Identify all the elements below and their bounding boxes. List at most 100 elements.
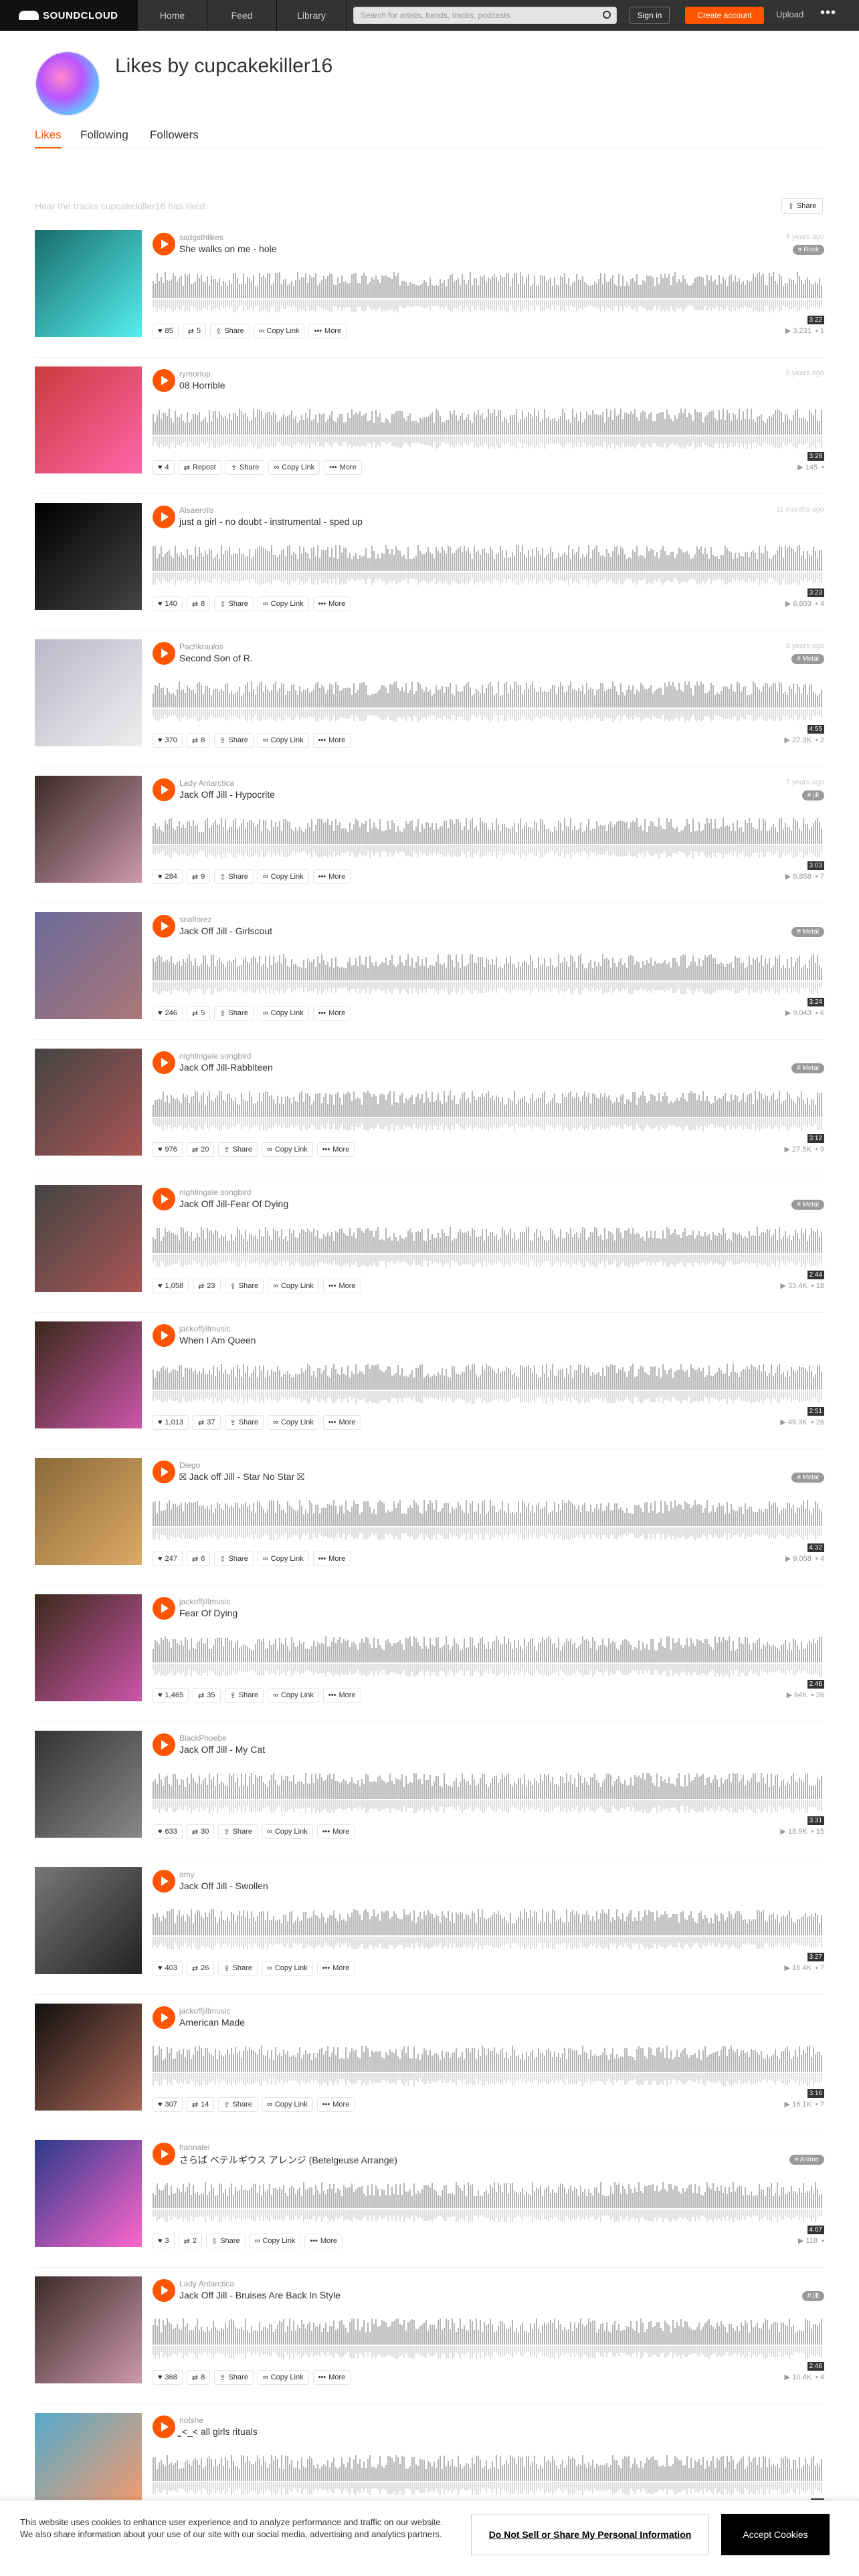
track-user[interactable]: Alsaerolls (179, 506, 214, 515)
more-button[interactable]: •••More (312, 733, 351, 748)
track-title[interactable]: just a girl - no doubt - instrumental - … (179, 516, 363, 527)
track-title[interactable]: When I Am Queen (179, 1335, 256, 1346)
genre-tag[interactable]: # jill (801, 2291, 824, 2301)
waveform[interactable] (153, 2445, 824, 2498)
share-button[interactable]: ⇪Share (218, 1961, 258, 1975)
track-title[interactable]: Jack Off Jill - Girlscout (179, 926, 272, 936)
track-user[interactable]: sadgsthlikes (179, 233, 223, 242)
repost-button[interactable]: ⇄ 37 (193, 1415, 221, 1430)
track-user[interactable]: snaflorez (179, 915, 212, 924)
play-button[interactable] (153, 1188, 175, 1210)
share-button[interactable]: ⇪Share (224, 1415, 264, 1430)
play-button[interactable] (153, 642, 175, 665)
sign-in-button[interactable]: Sign in (630, 7, 670, 24)
play-button[interactable] (153, 2006, 175, 2029)
track-artwork[interactable] (35, 366, 142, 473)
track-title[interactable]: Jack Off Jill - Swollen (179, 1881, 268, 1891)
play-button[interactable] (153, 1324, 175, 1347)
do-not-sell-button[interactable]: Do Not Sell or Share My Personal Informa… (471, 2514, 709, 2555)
nav-library[interactable]: Library (277, 0, 347, 31)
more-button[interactable]: •••More (324, 460, 362, 475)
like-button[interactable]: ♥ 370 (153, 733, 183, 748)
share-button[interactable]: ⇪Share (225, 460, 265, 475)
waveform[interactable] (153, 1763, 824, 1816)
waveform[interactable] (153, 262, 824, 316)
track-artwork[interactable] (35, 2004, 142, 2111)
copy-link-button[interactable]: ∞Copy Link (253, 324, 305, 338)
track-title[interactable]: さらば ベテルギウス アレンジ (Betelgeuse Arrange) (179, 2153, 397, 2167)
play-button[interactable] (153, 1597, 175, 1620)
share-button[interactable]: ⇪Share (224, 1688, 264, 1703)
play-button[interactable] (153, 1051, 175, 1074)
track-user[interactable]: BlackPhoebe (179, 1733, 227, 1743)
track-artwork[interactable] (35, 1458, 142, 1565)
genre-tag[interactable]: # Metal (791, 1063, 824, 1073)
track-artwork[interactable] (35, 1185, 142, 1292)
track-artwork[interactable] (35, 503, 142, 610)
genre-tag[interactable]: # Metal (791, 1473, 824, 1483)
track-user[interactable]: Lady Antarctica (179, 2279, 234, 2288)
more-button[interactable]: •••More (322, 1279, 361, 1293)
waveform[interactable] (153, 1081, 824, 1134)
track-user[interactable]: nightingale.songbird (179, 1051, 251, 1061)
play-button[interactable] (153, 1461, 175, 1483)
track-user[interactable]: hannalei (179, 2143, 209, 2152)
copy-link-button[interactable]: ∞Copy Link (257, 597, 309, 611)
more-button[interactable]: •••More (316, 2097, 355, 2112)
share-button[interactable]: ⇪Share (224, 1279, 264, 1293)
track-user[interactable]: jackoffjillmusic (179, 1597, 230, 1606)
track-title[interactable]: American Made (179, 2017, 245, 2028)
like-button[interactable]: ♥ 246 (153, 1006, 183, 1021)
copy-link-button[interactable]: ∞Copy Link (268, 460, 320, 475)
track-title[interactable]: Second Son of R. (179, 653, 253, 663)
track-title[interactable]: Jack Off Jill - Bruises Are Back In Styl… (179, 2290, 341, 2300)
tab-followers[interactable]: Followers (150, 128, 199, 142)
like-button[interactable]: ♥ 140 (153, 597, 183, 611)
track-user[interactable]: notshe (179, 2416, 203, 2425)
like-button[interactable]: ♥ 976 (153, 1142, 183, 1157)
share-button[interactable]: ⇪Share (218, 1824, 258, 1839)
like-button[interactable]: ♥ 1,058 (153, 1279, 189, 1293)
play-button[interactable] (153, 2416, 175, 2438)
create-account-button[interactable]: Create account (685, 7, 764, 24)
genre-tag[interactable]: # Metal (791, 1200, 824, 1210)
track-artwork[interactable] (35, 776, 142, 883)
repost-button[interactable]: ⇄ 8 (186, 2370, 211, 2385)
waveform[interactable] (153, 2309, 824, 2362)
track-user[interactable]: Lady Antarctica (179, 778, 234, 788)
search-icon[interactable] (603, 11, 611, 19)
track-user[interactable]: nightingale.songbird (179, 1188, 251, 1197)
copy-link-button[interactable]: ∞Copy Link (261, 1824, 313, 1839)
copy-link-button[interactable]: ∞Copy Link (257, 1551, 309, 1566)
more-button[interactable]: •••More (316, 1824, 355, 1839)
share-button[interactable]: ⇪Share (218, 1142, 258, 1157)
share-button[interactable]: ⇪Share (214, 733, 254, 748)
track-artwork[interactable] (35, 1731, 142, 1838)
repost-button[interactable]: ⇄ 30 (186, 1824, 215, 1839)
repost-button[interactable]: ⇄ Repost (178, 460, 221, 475)
more-button[interactable]: •••More (316, 1142, 355, 1157)
waveform[interactable] (153, 2172, 824, 2226)
waveform[interactable] (153, 1217, 824, 1271)
avatar[interactable] (35, 51, 100, 116)
copy-link-button[interactable]: ∞Copy Link (268, 1279, 319, 1293)
repost-button[interactable]: ⇄ 5 (182, 324, 207, 338)
repost-button[interactable]: ⇄ 8 (186, 597, 211, 611)
track-title[interactable]: Jack Off Jill - My Cat (179, 1744, 265, 1755)
waveform[interactable] (153, 1626, 824, 1680)
share-button[interactable]: ⇪Share (214, 869, 254, 884)
track-title[interactable]: She walks on me - hole (179, 243, 277, 254)
waveform[interactable] (153, 808, 824, 861)
share-button[interactable]: ⇪Share (214, 2370, 254, 2385)
track-user[interactable]: amy (179, 1870, 195, 1879)
like-button[interactable]: ♥ 1,013 (153, 1415, 189, 1430)
like-button[interactable]: ♥ 85 (153, 324, 179, 338)
play-button[interactable] (153, 369, 175, 392)
genre-tag[interactable]: # Metal (791, 654, 824, 664)
tab-likes[interactable]: Likes (35, 128, 62, 148)
share-button[interactable]: ⇪Share (218, 2097, 258, 2112)
upload-link[interactable]: Upload (776, 9, 803, 19)
repost-button[interactable]: ⇄ 35 (193, 1688, 221, 1703)
like-button[interactable]: ♥ 368 (153, 2370, 183, 2385)
share-button[interactable]: ⇪Share (214, 597, 254, 611)
